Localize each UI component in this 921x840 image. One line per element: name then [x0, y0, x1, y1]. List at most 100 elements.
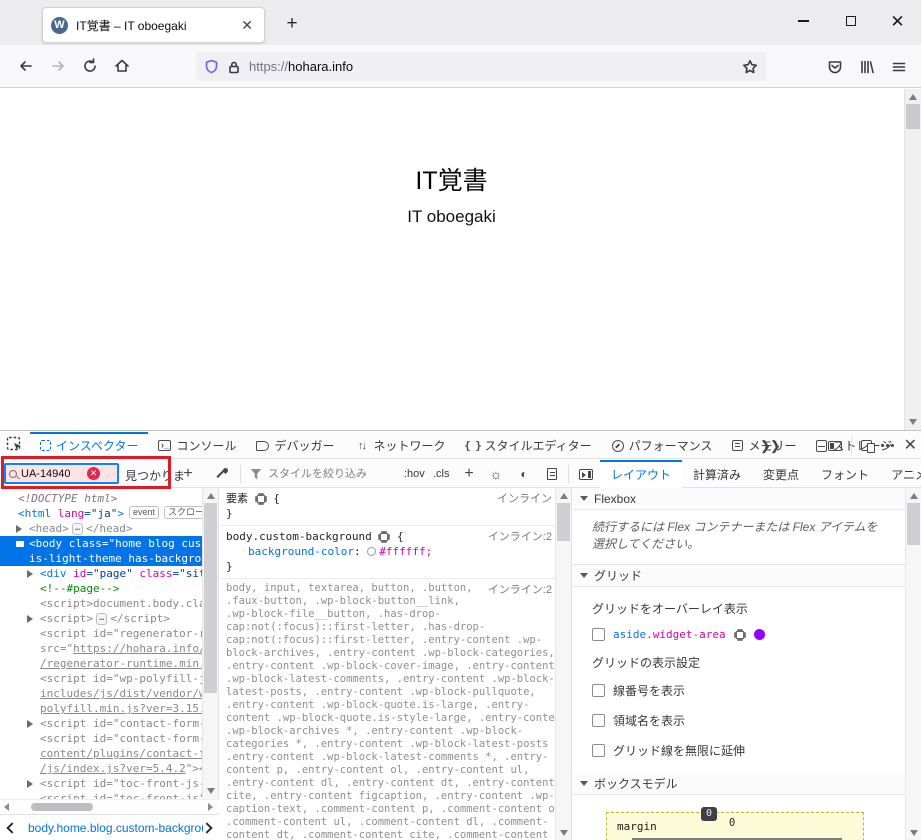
- print-media-button[interactable]: [543, 464, 561, 484]
- minimize-button[interactable]: [780, 0, 827, 42]
- style-filter-input[interactable]: [266, 467, 396, 481]
- responsive-design-icon[interactable]: [861, 440, 872, 451]
- scroll-down-icon[interactable]: [560, 830, 568, 836]
- scrollbar-thumb[interactable]: [31, 803, 93, 811]
- markup-line[interactable]: <html lang="ja">eventスクロール: [0, 506, 202, 521]
- markup-line[interactable]: <script id="toc-front-js": [0, 791, 202, 799]
- expand-twisty-icon[interactable]: [16, 541, 24, 547]
- expand-twisty-icon[interactable]: [27, 615, 33, 623]
- light-scheme-button[interactable]: ☼: [487, 464, 505, 484]
- markup-line[interactable]: <head>…</head>: [0, 521, 202, 536]
- search-input[interactable]: [21, 468, 87, 480]
- markup-search-box[interactable]: ✕: [4, 463, 119, 484]
- checkbox[interactable]: [592, 744, 605, 757]
- expand-twisty-icon[interactable]: [27, 570, 33, 578]
- page-scrollbar[interactable]: [904, 89, 921, 430]
- markup-line[interactable]: includes/js/dist/vendor/wp-: [0, 686, 202, 701]
- sidebar-tab[interactable]: フォント: [810, 460, 880, 488]
- scroll-up-icon[interactable]: [909, 94, 917, 100]
- scroll-badge[interactable]: スクロール: [164, 506, 202, 519]
- tab-close-icon[interactable]: ✕: [238, 17, 256, 34]
- scrollbar-thumb[interactable]: [204, 503, 217, 693]
- margin-top-value[interactable]: 0: [729, 817, 735, 829]
- markup-hscrollbar[interactable]: [0, 799, 219, 813]
- scroll-up-icon[interactable]: [560, 493, 568, 499]
- devtools-tab-console[interactable]: コンソール: [148, 432, 246, 459]
- grid-color-swatch[interactable]: [754, 629, 765, 640]
- scrollbar-thumb[interactable]: [557, 503, 570, 541]
- tracking-shield-icon[interactable]: [204, 59, 219, 74]
- grid-overlay-checkbox[interactable]: [592, 628, 605, 641]
- markup-line[interactable]: <script id="wp-polyfill-js": [0, 671, 202, 686]
- pocket-button[interactable]: [819, 52, 851, 82]
- sidebar-tab[interactable]: 変更点: [752, 460, 810, 488]
- boxmodel-section-header[interactable]: ボックスモデル: [573, 773, 905, 795]
- markup-vscrollbar[interactable]: [202, 488, 218, 799]
- maximize-button[interactable]: [827, 0, 874, 42]
- add-rule-button[interactable]: +: [179, 464, 197, 484]
- sidebar-tab[interactable]: レイアウト: [600, 460, 682, 488]
- expand-twisty-icon[interactable]: [16, 525, 22, 533]
- markup-line[interactable]: <!--#page-->: [0, 581, 202, 596]
- sidebar-tab[interactable]: アニメーショ: [880, 460, 921, 488]
- element-picker-button[interactable]: [6, 436, 25, 460]
- markup-line[interactable]: /regenerator-runtime.min.js: [0, 656, 202, 671]
- selector-highlighter-icon[interactable]: [257, 495, 265, 503]
- scroll-down-icon[interactable]: [910, 830, 918, 836]
- scroll-down-icon[interactable]: [207, 788, 215, 794]
- markup-line[interactable]: src="https://hohara.info/wp: [0, 641, 202, 656]
- markup-line[interactable]: <script>document.body.class: [0, 596, 202, 611]
- pseudo-class-button[interactable]: :hov: [404, 460, 425, 488]
- reload-button[interactable]: [74, 51, 106, 81]
- markup-line[interactable]: <script id="toc-front-js-ex: [0, 776, 202, 791]
- scroll-down-icon[interactable]: [909, 419, 917, 425]
- forward-button[interactable]: [42, 51, 74, 81]
- checkbox[interactable]: [592, 684, 605, 697]
- sidebar-toggle-button[interactable]: [576, 464, 596, 484]
- markup-line[interactable]: is-light-theme has-background: [0, 551, 202, 566]
- scrollbar-thumb[interactable]: [907, 503, 920, 545]
- markup-line[interactable]: /js/index.js?ver=5.4.2"></s: [0, 761, 202, 776]
- ellipsis-icon[interactable]: …: [72, 523, 83, 535]
- color-swatch[interactable]: [367, 547, 376, 556]
- border-top-value[interactable]: 0: [701, 807, 717, 821]
- breadcrumb[interactable]: body.home.blog.custom-backgrou: [28, 821, 203, 835]
- scroll-up-icon[interactable]: [207, 493, 215, 499]
- breadcrumb-prev-icon[interactable]: [6, 822, 17, 833]
- node-highlighter-icon[interactable]: [736, 631, 744, 639]
- breadcrumb-next-icon[interactable]: [201, 822, 212, 833]
- scroll-left-icon[interactable]: [4, 803, 9, 811]
- clear-search-icon[interactable]: ✕: [87, 467, 100, 480]
- devtools-tab-performance[interactable]: パフォーマンス: [602, 432, 723, 459]
- new-rule-button[interactable]: +: [460, 464, 478, 484]
- devtools-menu-icon[interactable]: [881, 444, 895, 447]
- expand-twisty-icon[interactable]: [27, 720, 33, 728]
- checkbox[interactable]: [592, 714, 605, 727]
- boxmodel-margin-box[interactable]: margin 0 0 border: [606, 812, 864, 840]
- dock-side-icon[interactable]: [828, 441, 842, 451]
- browser-tab[interactable]: W IT覚書 – IT oboegaki ✕: [42, 7, 265, 43]
- markup-line[interactable]: <script>…</script>: [0, 611, 202, 626]
- rule-source-link[interactable]: インライン: [497, 492, 552, 507]
- devtools-tab-debugger[interactable]: デバッガー: [246, 432, 344, 459]
- layout-scrollbar[interactable]: [905, 488, 921, 840]
- devtools-tab-style[interactable]: スタイルエディター: [456, 432, 602, 459]
- site-title[interactable]: IT覚書: [0, 161, 903, 197]
- css-value[interactable]: #ffffff;: [379, 545, 432, 558]
- home-button[interactable]: [106, 51, 138, 81]
- style-filter-field[interactable]: [266, 460, 396, 488]
- selector-highlighter-icon[interactable]: [380, 533, 388, 541]
- library-button[interactable]: [851, 52, 883, 82]
- markup-line[interactable]: <div id="page" class="site">: [0, 566, 202, 581]
- url-text[interactable]: https://hohara.info: [249, 59, 742, 74]
- scroll-up-icon[interactable]: [910, 493, 918, 499]
- url-bar[interactable]: https://hohara.info: [196, 52, 766, 81]
- close-button[interactable]: ✕: [874, 0, 921, 42]
- css-property[interactable]: background-color: [248, 545, 354, 558]
- new-tab-button[interactable]: +: [278, 10, 306, 38]
- event-badge[interactable]: event: [129, 506, 159, 519]
- rule-source-link[interactable]: インライン:2: [488, 583, 552, 598]
- markup-line[interactable]: polyfill.min.js?ver=3.15.0":: [0, 701, 202, 716]
- markup-line[interactable]: <body class="home blog custom: [0, 536, 202, 551]
- rules-scrollbar[interactable]: [555, 488, 571, 840]
